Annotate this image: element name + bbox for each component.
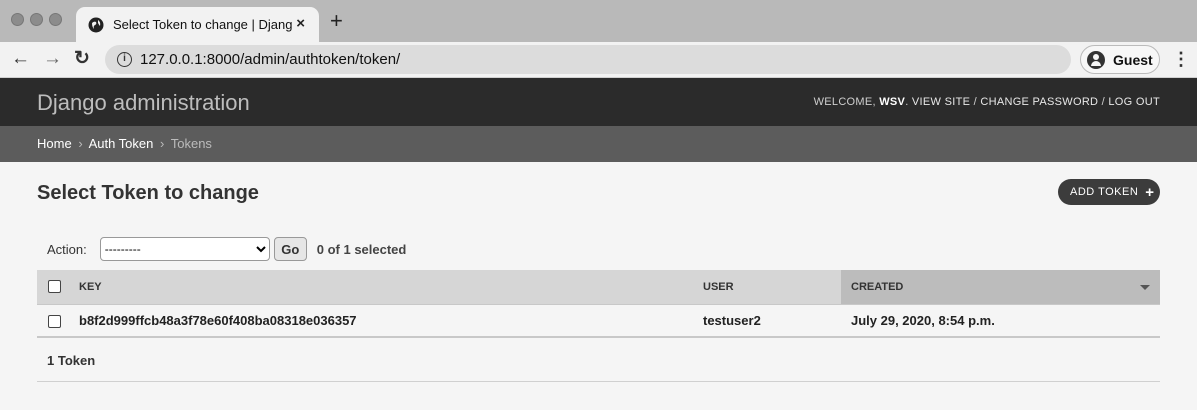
breadcrumb-separator: ›	[78, 136, 83, 151]
column-header-key[interactable]: KEY	[79, 270, 703, 305]
browser-tab[interactable]: Select Token to change | Djang ×	[76, 7, 319, 42]
add-token-label: ADD TOKEN	[1070, 186, 1139, 198]
table-header-row: KEY USER CREATED	[37, 270, 1160, 305]
actions-bar: Action: --------- Go 0 of 1 selected	[47, 237, 406, 261]
breadcrumb-home[interactable]: Home	[37, 136, 72, 151]
address-bar[interactable]: i 127.0.0.1:8000/admin/authtoken/token/	[105, 45, 1071, 74]
breadcrumb-app[interactable]: Auth Token	[89, 136, 154, 151]
column-header-created[interactable]: CREATED	[841, 270, 1160, 305]
breadcrumb-current: Tokens	[170, 136, 212, 151]
browser-toolbar: ← → ↻ i 127.0.0.1:8000/admin/authtoken/t…	[0, 42, 1197, 78]
forward-icon[interactable]: →	[43, 48, 62, 70]
url-text: 127.0.0.1:8000/admin/authtoken/token/	[140, 51, 401, 68]
window-close-button[interactable]	[11, 13, 24, 26]
go-button[interactable]: Go	[273, 237, 307, 261]
cell-user: testuser2	[703, 304, 841, 338]
change-password-link[interactable]: CHANGE PASSWORD	[980, 96, 1098, 108]
row-checkbox[interactable]	[48, 314, 61, 328]
user-tools: WELCOME, WSV. VIEW SITE / CHANGE PASSWOR…	[813, 96, 1160, 108]
tab-close-icon[interactable]: ×	[296, 15, 305, 32]
username: WSV	[879, 96, 906, 108]
log-out-link[interactable]: LOG OUT	[1108, 96, 1160, 108]
plus-icon: +	[1145, 183, 1155, 201]
new-tab-button[interactable]: +	[330, 10, 343, 32]
admin-header: Django administration WELCOME, WSV. VIEW…	[0, 78, 1197, 126]
cell-created: July 29, 2020, 8:54 p.m.	[841, 304, 1160, 338]
separator: /	[970, 96, 981, 108]
reload-icon[interactable]: ↻	[74, 48, 90, 70]
window-minimize-button[interactable]	[30, 13, 43, 26]
page-title: Select Token to change	[37, 182, 259, 204]
window-zoom-button[interactable]	[49, 13, 62, 26]
info-icon[interactable]: i	[117, 52, 132, 67]
avatar-icon	[1087, 50, 1105, 69]
tab-title: Select Token to change | Djang	[113, 17, 293, 32]
separator: /	[1098, 96, 1109, 108]
column-header-user[interactable]: USER	[703, 270, 841, 305]
welcome-text: WELCOME,	[813, 96, 876, 108]
profile-button[interactable]: Guest	[1080, 45, 1160, 74]
view-site-link[interactable]: VIEW SITE	[912, 96, 970, 108]
sort-descending-icon[interactable]	[1140, 285, 1150, 290]
select-all-cell	[37, 270, 79, 305]
menu-icon[interactable]: ⋮	[1172, 48, 1190, 70]
paginator: 1 Token	[37, 340, 1160, 382]
browser-tab-bar: Select Token to change | Djang × +	[0, 0, 1197, 42]
table-row: b8f2d999ffcb48a3f78e60f408ba08318e036357…	[37, 304, 1160, 338]
select-all-checkbox[interactable]	[48, 280, 61, 294]
row-checkbox-cell	[37, 304, 79, 338]
back-icon[interactable]: ←	[11, 48, 30, 70]
breadcrumb-separator: ›	[160, 136, 165, 151]
globe-icon	[88, 17, 104, 32]
results-table: KEY USER CREATED b8f2d999ffcb48a3f78e60f…	[37, 270, 1160, 338]
selection-counter: 0 of 1 selected	[316, 241, 407, 257]
site-brand[interactable]: Django administration	[37, 90, 250, 116]
column-header-created-label: CREATED	[851, 280, 904, 293]
action-label: Action:	[47, 241, 87, 257]
profile-label: Guest	[1113, 51, 1153, 68]
add-token-button[interactable]: ADD TOKEN +	[1058, 179, 1160, 205]
action-select[interactable]: ---------	[99, 237, 270, 261]
breadcrumb: Home › Auth Token › Tokens	[0, 126, 1197, 162]
cell-key[interactable]: b8f2d999ffcb48a3f78e60f408ba08318e036357	[79, 304, 703, 338]
